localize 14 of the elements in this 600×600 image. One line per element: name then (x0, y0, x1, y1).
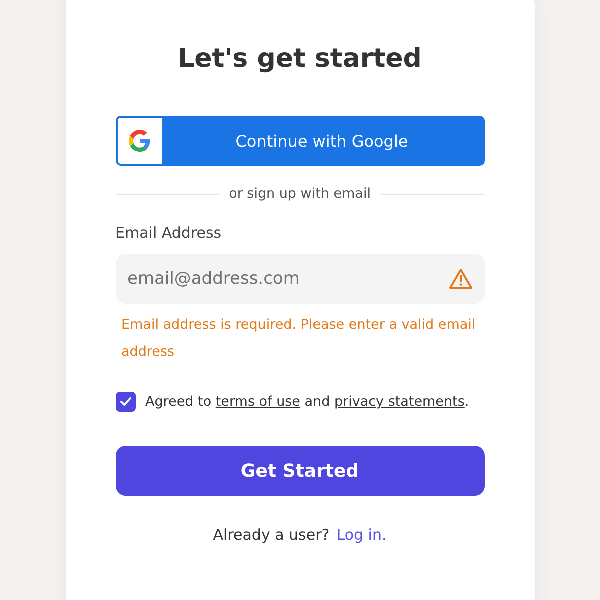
page-title: Let's get started (177, 43, 423, 76)
divider-text: or sign up with email (229, 186, 371, 202)
field-label: Email Address (116, 224, 223, 242)
error-message: Email address is required. Please enter a valid email address (122, 316, 477, 362)
google-icon (128, 130, 150, 152)
agreement-checkbox[interactable] (116, 392, 136, 412)
agreement-text: Agreed to terms of use and privacy statements. (146, 394, 470, 410)
login-link[interactable]: Log in. (336, 526, 387, 544)
google-sign-in-button[interactable]: Continue with Google (116, 116, 484, 166)
policy-link[interactable]: terms of use (216, 394, 300, 410)
login-prompt: Already a user? (213, 526, 330, 544)
policy-link[interactable]: privacy statements (334, 394, 465, 410)
email-input-field[interactable]: email@address.com (116, 254, 484, 304)
get-started-button[interactable]: Get Started (116, 446, 484, 496)
